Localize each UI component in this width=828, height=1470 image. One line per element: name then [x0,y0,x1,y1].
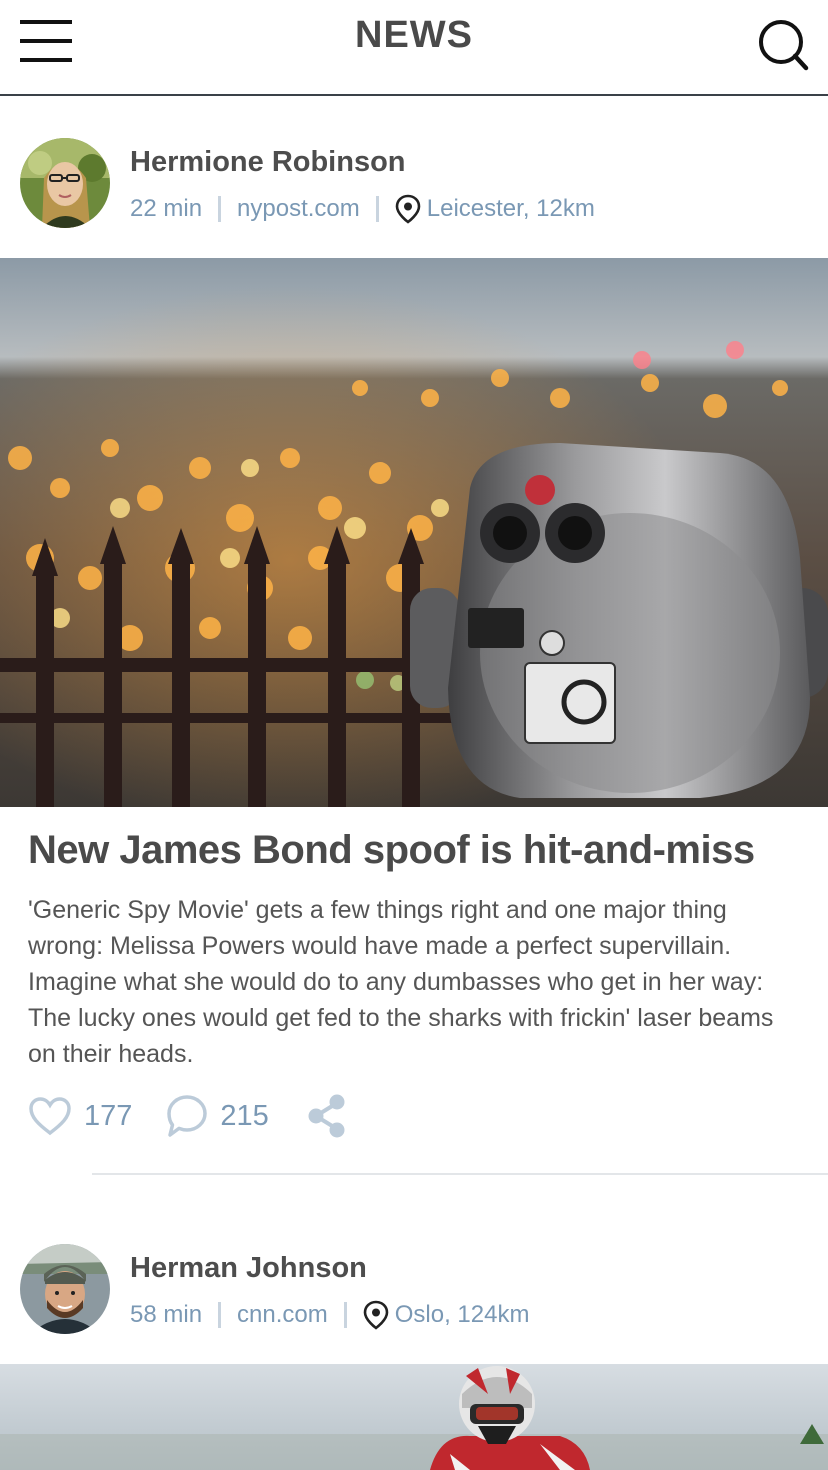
post-meta: 22 min nypost.com Leicester, 12km [130,192,595,226]
post-title[interactable]: New James Bond spoof is hit-and-miss [28,828,755,873]
location-pin-icon [395,194,421,224]
post-location: Oslo, 124km [394,1301,530,1328]
share-icon [308,1094,345,1138]
like-button[interactable]: 177 [28,1096,132,1136]
post-location: Leicester, 12km [426,195,595,222]
post-divider [92,1173,828,1175]
post-header: Hermione Robinson 22 min nypost.com Leic… [0,96,828,246]
post-image[interactable] [0,1364,828,1470]
page-title: NEWS [355,14,473,56]
post-source-link[interactable]: cnn.com [237,1301,328,1329]
comment-button[interactable]: 215 [166,1094,269,1138]
avatar[interactable] [20,138,110,228]
avatar[interactable] [20,1244,110,1334]
share-button[interactable] [307,1093,347,1139]
post-header: Herman Johnson 58 min cnn.com Oslo, 124k… [0,1202,828,1352]
author-name[interactable]: Hermione Robinson [130,146,406,179]
meta-separator [218,1302,222,1328]
post-meta: 58 min cnn.com Oslo, 124km [130,1298,529,1332]
like-count: 177 [84,1099,133,1132]
author-name[interactable]: Herman Johnson [130,1252,367,1285]
post-source-link[interactable]: nypost.com [237,195,360,223]
location-pin-icon [363,1300,389,1330]
comment-icon [167,1095,208,1137]
meta-separator [218,196,222,222]
post-time: 58 min [130,1301,203,1328]
meta-separator [375,196,379,222]
post-image[interactable] [0,258,828,807]
app-header: NEWS [0,0,828,96]
search-icon[interactable] [756,18,810,72]
post-time: 22 min [130,195,203,222]
post-body: 'Generic Spy Movie' gets a few things ri… [28,896,774,1068]
meta-separator [343,1302,347,1328]
post-actions: 177 215 [28,1090,381,1142]
heart-icon [29,1097,71,1136]
comment-count: 215 [220,1099,269,1132]
